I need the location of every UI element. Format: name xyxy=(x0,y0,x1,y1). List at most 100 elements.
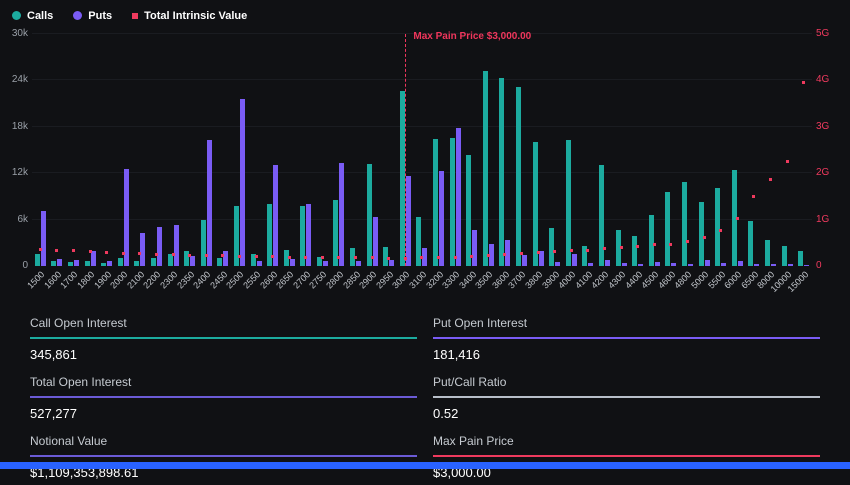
intrinsic-value-point-3000[interactable] xyxy=(404,257,407,260)
put-bar-2650[interactable] xyxy=(290,259,295,266)
put-bar-6500[interactable] xyxy=(754,264,759,266)
put-bar-6000[interactable] xyxy=(738,261,743,266)
intrinsic-value-point-3600[interactable] xyxy=(503,253,506,256)
intrinsic-value-point-10000[interactable] xyxy=(786,160,789,163)
call-bar-1900[interactable] xyxy=(101,263,106,266)
call-bar-4000[interactable] xyxy=(566,140,571,266)
put-bar-1700[interactable] xyxy=(74,260,79,266)
put-bar-2350[interactable] xyxy=(190,256,195,266)
call-bar-3900[interactable] xyxy=(549,228,554,266)
intrinsic-value-point-2450[interactable] xyxy=(221,254,224,257)
intrinsic-value-point-2550[interactable] xyxy=(255,255,258,258)
put-bar-3700[interactable] xyxy=(522,255,527,266)
call-bar-3700[interactable] xyxy=(516,87,521,266)
put-bar-2400[interactable] xyxy=(207,140,212,266)
call-bar-2400[interactable] xyxy=(201,220,206,266)
put-bar-4500[interactable] xyxy=(655,262,660,266)
legend-item-calls[interactable]: Calls xyxy=(12,10,53,22)
intrinsic-value-point-2900[interactable] xyxy=(371,256,374,259)
intrinsic-value-point-2200[interactable] xyxy=(155,253,158,256)
call-bar-1800[interactable] xyxy=(85,261,90,266)
put-bar-2850[interactable] xyxy=(356,261,361,266)
intrinsic-value-point-2950[interactable] xyxy=(387,257,390,260)
call-bar-3600[interactable] xyxy=(499,78,504,266)
put-bar-5500[interactable] xyxy=(721,263,726,266)
call-bar-2000[interactable] xyxy=(118,258,123,266)
put-bar-2800[interactable] xyxy=(339,163,344,266)
intrinsic-value-point-4200[interactable] xyxy=(603,247,606,250)
put-bar-15000[interactable] xyxy=(804,265,809,266)
intrinsic-value-point-1800[interactable] xyxy=(89,250,92,253)
legend-item-total-intrinsic-value[interactable]: Total Intrinsic Value xyxy=(132,10,247,22)
call-bar-3000[interactable] xyxy=(400,91,405,266)
call-bar-2200[interactable] xyxy=(151,258,156,266)
put-bar-2600[interactable] xyxy=(273,165,278,266)
intrinsic-value-point-1700[interactable] xyxy=(72,249,75,252)
intrinsic-value-point-3700[interactable] xyxy=(520,252,523,255)
put-bar-2300[interactable] xyxy=(174,225,179,266)
call-bar-1500[interactable] xyxy=(35,254,40,266)
intrinsic-value-point-3800[interactable] xyxy=(537,251,540,254)
call-bar-4200[interactable] xyxy=(599,165,604,266)
put-bar-4100[interactable] xyxy=(588,263,593,266)
put-bar-1600[interactable] xyxy=(57,259,62,266)
put-bar-4800[interactable] xyxy=(688,264,693,266)
call-bar-5000[interactable] xyxy=(699,202,704,266)
intrinsic-value-point-2100[interactable] xyxy=(138,252,141,255)
call-bar-4400[interactable] xyxy=(632,236,637,266)
put-bar-8000[interactable] xyxy=(771,264,776,266)
intrinsic-value-point-3900[interactable] xyxy=(553,250,556,253)
put-bar-3900[interactable] xyxy=(555,262,560,266)
intrinsic-value-point-3500[interactable] xyxy=(487,254,490,257)
intrinsic-value-point-2500[interactable] xyxy=(238,255,241,258)
intrinsic-value-point-4800[interactable] xyxy=(686,240,689,243)
intrinsic-value-point-4500[interactable] xyxy=(653,243,656,246)
put-bar-3400[interactable] xyxy=(472,230,477,266)
put-bar-1800[interactable] xyxy=(91,251,96,266)
intrinsic-value-point-3200[interactable] xyxy=(437,256,440,259)
intrinsic-value-point-3300[interactable] xyxy=(454,256,457,259)
put-bar-2100[interactable] xyxy=(140,233,145,266)
intrinsic-value-point-5000[interactable] xyxy=(703,236,706,239)
intrinsic-value-point-4600[interactable] xyxy=(669,243,672,246)
intrinsic-value-point-3400[interactable] xyxy=(470,255,473,258)
intrinsic-value-point-8000[interactable] xyxy=(769,178,772,181)
put-bar-3000[interactable] xyxy=(406,176,411,266)
put-bar-4600[interactable] xyxy=(671,263,676,266)
intrinsic-value-point-1900[interactable] xyxy=(105,251,108,254)
call-bar-6500[interactable] xyxy=(748,221,753,266)
legend-item-puts[interactable]: Puts xyxy=(73,10,112,22)
put-bar-2200[interactable] xyxy=(157,227,162,266)
call-bar-8000[interactable] xyxy=(765,240,770,266)
call-bar-5500[interactable] xyxy=(715,188,720,266)
intrinsic-value-point-6000[interactable] xyxy=(736,217,739,220)
intrinsic-value-point-2700[interactable] xyxy=(304,256,307,259)
intrinsic-value-point-2000[interactable] xyxy=(122,252,125,255)
put-bar-5000[interactable] xyxy=(705,260,710,266)
call-bar-3400[interactable] xyxy=(466,155,471,266)
intrinsic-value-point-1600[interactable] xyxy=(55,249,58,252)
intrinsic-value-point-2350[interactable] xyxy=(188,254,191,257)
intrinsic-value-point-6500[interactable] xyxy=(752,195,755,198)
intrinsic-value-point-2800[interactable] xyxy=(337,256,340,259)
call-bar-4500[interactable] xyxy=(649,215,654,266)
intrinsic-value-point-2850[interactable] xyxy=(354,256,357,259)
put-bar-1500[interactable] xyxy=(41,211,46,266)
put-bar-2500[interactable] xyxy=(240,99,245,266)
put-bar-4000[interactable] xyxy=(572,254,577,266)
intrinsic-value-point-3100[interactable] xyxy=(420,256,423,259)
intrinsic-value-point-2600[interactable] xyxy=(271,255,274,258)
intrinsic-value-point-15000[interactable] xyxy=(802,81,805,84)
put-bar-10000[interactable] xyxy=(788,264,793,266)
call-bar-10000[interactable] xyxy=(782,246,787,266)
call-bar-2100[interactable] xyxy=(134,261,139,266)
intrinsic-value-point-2400[interactable] xyxy=(205,254,208,257)
intrinsic-value-point-2650[interactable] xyxy=(288,256,291,259)
call-bar-3300[interactable] xyxy=(450,138,455,266)
put-bar-2550[interactable] xyxy=(257,261,262,266)
call-bar-2900[interactable] xyxy=(367,164,372,266)
put-bar-4400[interactable] xyxy=(638,264,643,266)
intrinsic-value-point-4300[interactable] xyxy=(620,246,623,249)
call-bar-3800[interactable] xyxy=(533,142,538,267)
call-bar-1700[interactable] xyxy=(68,262,73,266)
